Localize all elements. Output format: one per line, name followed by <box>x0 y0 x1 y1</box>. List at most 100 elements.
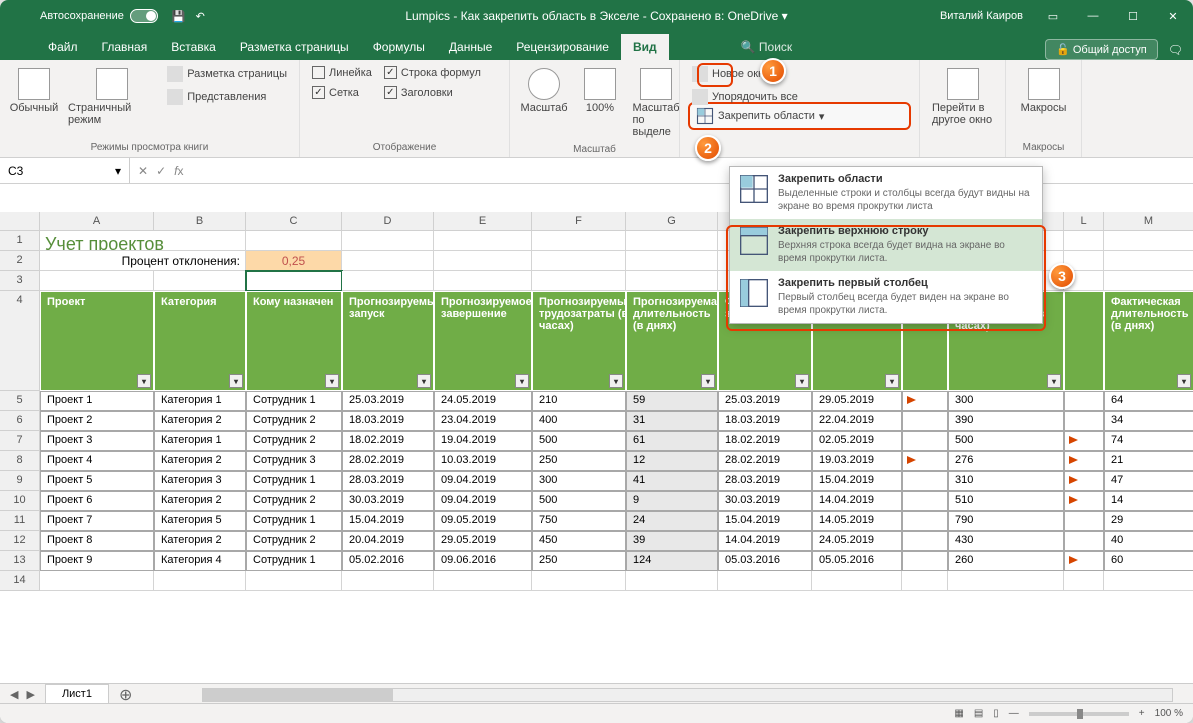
table-cell[interactable]: 260 <box>948 551 1064 571</box>
table-cell[interactable]: Категория 3 <box>154 471 246 491</box>
table-cell[interactable]: 29.05.2019 <box>812 391 902 411</box>
cell[interactable] <box>434 271 532 291</box>
col-header[interactable]: M <box>1104 212 1193 231</box>
row-header[interactable]: 1 <box>0 231 40 251</box>
table-cell[interactable]: Проект 1 <box>40 391 154 411</box>
row-header[interactable]: 5 <box>0 391 40 411</box>
table-cell[interactable]: 30.03.2019 <box>342 491 434 511</box>
cell[interactable] <box>246 231 342 251</box>
cell[interactable] <box>154 271 246 291</box>
cell[interactable] <box>342 571 434 591</box>
check-gridlines[interactable]: Сетка <box>308 84 376 101</box>
table-cell[interactable]: 510 <box>948 491 1064 511</box>
table-header[interactable]: Прогнозируемое завершение▾ <box>434 291 532 391</box>
table-cell[interactable] <box>1064 471 1104 491</box>
filter-button[interactable]: ▾ <box>515 374 529 388</box>
cell[interactable] <box>902 571 948 591</box>
col-header[interactable]: B <box>154 212 246 231</box>
col-header[interactable]: G <box>626 212 718 231</box>
table-cell[interactable]: 400 <box>532 411 626 431</box>
table-cell[interactable]: 24.05.2019 <box>812 531 902 551</box>
col-header[interactable]: C <box>246 212 342 231</box>
filter-button[interactable]: ▾ <box>417 374 431 388</box>
check-ruler[interactable]: Линейка <box>308 64 376 81</box>
table-cell[interactable]: 124 <box>626 551 718 571</box>
tab-home[interactable]: Главная <box>90 34 160 60</box>
cell[interactable] <box>812 571 902 591</box>
table-cell[interactable] <box>1064 431 1104 451</box>
cell[interactable] <box>1104 271 1193 291</box>
table-cell[interactable]: 10.03.2019 <box>434 451 532 471</box>
table-cell[interactable]: 23.04.2019 <box>434 411 532 431</box>
row-header[interactable]: 12 <box>0 531 40 551</box>
col-header[interactable]: A <box>40 212 154 231</box>
table-cell[interactable]: Проект 3 <box>40 431 154 451</box>
table-cell[interactable]: 22.04.2019 <box>812 411 902 431</box>
row-header[interactable]: 2 <box>0 251 40 271</box>
zoom-out-icon[interactable]: — <box>1009 708 1019 719</box>
cell[interactable] <box>532 571 626 591</box>
user-name[interactable]: Виталий Каиров <box>940 10 1023 22</box>
select-all-corner[interactable] <box>0 212 40 231</box>
view-pagelayout-button[interactable]: Разметка страницы <box>163 64 291 84</box>
table-cell[interactable]: 19.04.2019 <box>434 431 532 451</box>
table-cell[interactable]: 29.05.2019 <box>434 531 532 551</box>
table-cell[interactable]: Категория 5 <box>154 511 246 531</box>
table-cell[interactable]: Проект 7 <box>40 511 154 531</box>
table-cell[interactable] <box>902 391 948 411</box>
macros-button[interactable]: Макросы <box>1014 64 1073 118</box>
cell[interactable] <box>1104 251 1193 271</box>
table-cell[interactable] <box>902 551 948 571</box>
sheet-nav-prev-icon[interactable]: ◀ <box>10 688 18 701</box>
view-pagelayout-icon[interactable]: ▤ <box>974 708 983 719</box>
cancel-formula-icon[interactable]: ✕ <box>138 164 148 178</box>
table-cell[interactable]: 500 <box>532 431 626 451</box>
toggle-switch[interactable] <box>130 9 158 23</box>
col-header[interactable]: E <box>434 212 532 231</box>
table-cell[interactable] <box>1064 451 1104 471</box>
check-headings[interactable]: Заголовки <box>380 84 485 101</box>
table-cell[interactable]: 24.05.2019 <box>434 391 532 411</box>
comments-icon[interactable]: 🗨 <box>1168 43 1183 57</box>
table-cell[interactable]: 09.04.2019 <box>434 491 532 511</box>
table-cell[interactable]: 300 <box>948 391 1064 411</box>
table-cell[interactable]: 14.04.2019 <box>718 531 812 551</box>
cell[interactable] <box>532 251 626 271</box>
zoom-slider[interactable] <box>1029 712 1129 716</box>
cell[interactable] <box>434 231 532 251</box>
cell-title[interactable]: Учет проектов <box>40 231 246 251</box>
tab-insert[interactable]: Вставка <box>159 34 228 60</box>
table-cell[interactable]: 64 <box>1104 391 1193 411</box>
freeze-panes-option[interactable]: Закрепить областиВыделенные строки и сто… <box>730 167 1042 219</box>
filter-button[interactable]: ▾ <box>325 374 339 388</box>
maximize-icon[interactable]: ☐ <box>1113 0 1153 32</box>
row-header[interactable]: 9 <box>0 471 40 491</box>
cell[interactable] <box>40 571 154 591</box>
filter-button[interactable]: ▾ <box>229 374 243 388</box>
table-cell[interactable]: 300 <box>532 471 626 491</box>
switch-windows-button[interactable]: Перейти в другое окно <box>928 64 997 130</box>
view-pagebreak-icon[interactable]: ▯ <box>993 708 999 719</box>
row-header[interactable]: 3 <box>0 271 40 291</box>
table-cell[interactable]: Проект 8 <box>40 531 154 551</box>
cell[interactable] <box>40 271 154 291</box>
arrange-all-button[interactable]: Упорядочить все <box>688 87 802 107</box>
row-header[interactable]: 6 <box>0 411 40 431</box>
cell[interactable] <box>532 271 626 291</box>
table-cell[interactable] <box>1064 411 1104 431</box>
col-header[interactable]: F <box>532 212 626 231</box>
table-cell[interactable]: Сотрудник 3 <box>246 451 342 471</box>
table-cell[interactable]: Проект 4 <box>40 451 154 471</box>
table-cell[interactable] <box>902 451 948 471</box>
share-button[interactable]: 🔓 Общий доступ <box>1045 39 1158 60</box>
enter-formula-icon[interactable]: ✓ <box>156 164 166 178</box>
table-cell[interactable]: Категория 2 <box>154 451 246 471</box>
sheet-tab-1[interactable]: Лист1 <box>45 684 109 705</box>
table-cell[interactable]: 15.04.2019 <box>342 511 434 531</box>
table-cell[interactable]: Сотрудник 1 <box>246 471 342 491</box>
filter-button[interactable]: ▾ <box>137 374 151 388</box>
cell[interactable] <box>1104 571 1193 591</box>
table-cell[interactable]: 790 <box>948 511 1064 531</box>
table-cell[interactable]: 59 <box>626 391 718 411</box>
table-cell[interactable]: 09.05.2019 <box>434 511 532 531</box>
